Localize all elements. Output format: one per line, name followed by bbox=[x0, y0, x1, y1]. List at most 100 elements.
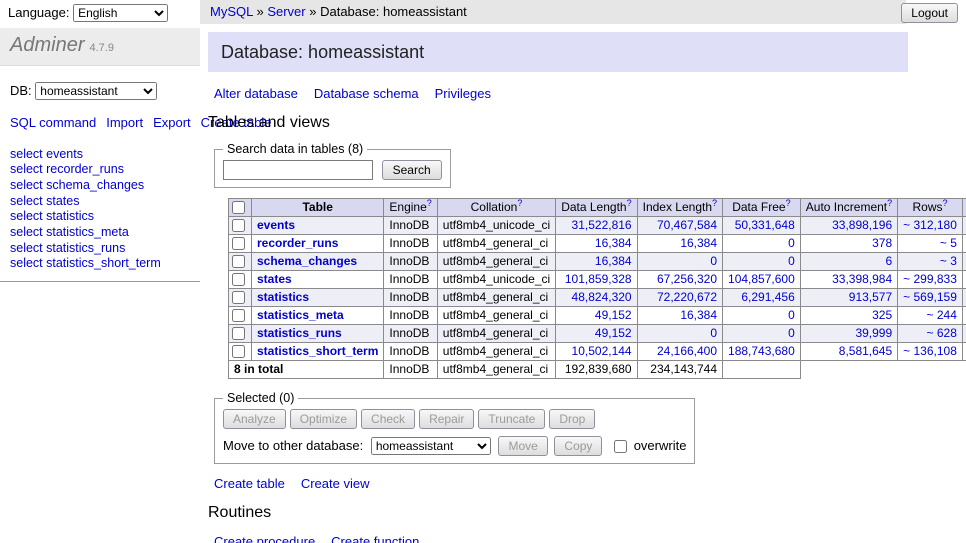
data-length-link[interactable]: 31,522,816 bbox=[572, 218, 632, 232]
table-name-link[interactable]: statistics_short_term bbox=[257, 344, 378, 358]
breadcrumb-link[interactable]: Server bbox=[267, 4, 305, 19]
data-length-link[interactable]: 16,384 bbox=[595, 236, 632, 250]
data-length-link[interactable]: 101,859,328 bbox=[565, 272, 632, 286]
sidebar-link-sql-command[interactable]: SQL command bbox=[10, 115, 96, 130]
create-link-create-view[interactable]: Create view bbox=[301, 476, 370, 491]
table-name-link[interactable]: recorder_runs bbox=[257, 236, 338, 250]
sidebar-table-link-statistics-short-term[interactable]: select statistics_short_term bbox=[10, 256, 190, 272]
help-link[interactable]: ? bbox=[786, 198, 791, 208]
copy-button[interactable]: Copy bbox=[554, 436, 602, 456]
sidebar-table-link-statistics-meta[interactable]: select statistics_meta bbox=[10, 225, 190, 241]
row-checkbox[interactable] bbox=[232, 327, 245, 340]
optimize-button[interactable]: Optimize bbox=[290, 409, 357, 429]
sidebar-table-link-schema-changes[interactable]: select schema_changes bbox=[10, 178, 190, 194]
help-link[interactable]: ? bbox=[712, 198, 717, 208]
breadcrumb-link[interactable]: MySQL bbox=[210, 4, 253, 19]
move-button[interactable]: Move bbox=[498, 436, 547, 456]
analyze-button[interactable]: Analyze bbox=[223, 409, 286, 429]
routine-link-create-function[interactable]: Create function bbox=[331, 534, 419, 543]
data-length-link[interactable]: 49,152 bbox=[595, 326, 632, 340]
table-name-link[interactable]: schema_changes bbox=[257, 254, 357, 268]
overwrite-checkbox[interactable] bbox=[614, 440, 627, 453]
db-select[interactable]: homeassistant bbox=[35, 82, 157, 100]
logout-button[interactable]: Logout bbox=[901, 3, 958, 23]
row-checkbox[interactable] bbox=[232, 219, 245, 232]
sidebar-table-link-events[interactable]: select events bbox=[10, 147, 190, 163]
index-length-link[interactable]: 0 bbox=[710, 254, 717, 268]
index-length-link[interactable]: 70,467,584 bbox=[657, 218, 717, 232]
help-link[interactable]: ? bbox=[517, 198, 522, 208]
table-name-link[interactable]: statistics_meta bbox=[257, 308, 344, 322]
data-free-link[interactable]: 0 bbox=[788, 308, 795, 322]
row-checkbox[interactable] bbox=[232, 291, 245, 304]
language-select[interactable]: English bbox=[73, 4, 168, 22]
help-link[interactable]: ? bbox=[943, 198, 948, 208]
sidebar-table-link-statistics[interactable]: select statistics bbox=[10, 209, 190, 225]
check-button[interactable]: Check bbox=[361, 409, 415, 429]
help-link[interactable]: ? bbox=[887, 198, 892, 208]
sidebar-link-export[interactable]: Export bbox=[153, 115, 191, 130]
truncate-button[interactable]: Truncate bbox=[478, 409, 545, 429]
index-length-link[interactable]: 67,256,320 bbox=[657, 272, 717, 286]
table-name-link[interactable]: statistics_runs bbox=[257, 326, 342, 340]
select-all-checkbox[interactable] bbox=[232, 201, 245, 214]
row-checkbox[interactable] bbox=[232, 237, 245, 250]
sidebar-table-link-states[interactable]: select states bbox=[10, 194, 190, 210]
rows-link[interactable]: ~ 136,108 bbox=[903, 344, 957, 358]
rows-link[interactable]: ~ 569,159 bbox=[903, 290, 957, 304]
table-name-link[interactable]: events bbox=[257, 218, 295, 232]
data-free-link[interactable]: 0 bbox=[788, 236, 795, 250]
index-length-link[interactable]: 0 bbox=[710, 326, 717, 340]
sidebar-link-import[interactable]: Import bbox=[106, 115, 143, 130]
sidebar-table-link-recorder-runs[interactable]: select recorder_runs bbox=[10, 162, 190, 178]
data-free-link[interactable]: 0 bbox=[788, 254, 795, 268]
auto-increment-link[interactable]: 8,581,645 bbox=[839, 344, 892, 358]
auto-increment-link[interactable]: 913,577 bbox=[849, 290, 892, 304]
table-name-link[interactable]: statistics bbox=[257, 290, 309, 304]
table-name-link[interactable]: states bbox=[257, 272, 292, 286]
row-checkbox[interactable] bbox=[232, 309, 245, 322]
auto-increment-link[interactable]: 39,999 bbox=[855, 326, 892, 340]
index-length-link[interactable]: 24,166,400 bbox=[657, 344, 717, 358]
auto-increment-link[interactable]: 33,398,984 bbox=[832, 272, 892, 286]
move-db-select[interactable]: homeassistant bbox=[371, 437, 491, 455]
data-length-link[interactable]: 10,502,144 bbox=[572, 344, 632, 358]
rows-link[interactable]: ~ 299,833 bbox=[903, 272, 957, 286]
drop-button[interactable]: Drop bbox=[549, 409, 595, 429]
rows-link[interactable]: ~ 3 bbox=[940, 254, 957, 268]
help-link[interactable]: ? bbox=[427, 198, 432, 208]
help-link[interactable]: ? bbox=[627, 198, 632, 208]
data-free-link[interactable]: 104,857,600 bbox=[728, 272, 795, 286]
search-button[interactable]: Search bbox=[382, 160, 442, 180]
data-free-link[interactable]: 6,291,456 bbox=[741, 290, 794, 304]
rows-link[interactable]: ~ 5 bbox=[940, 236, 957, 250]
row-checkbox[interactable] bbox=[232, 345, 245, 358]
row-checkbox[interactable] bbox=[232, 273, 245, 286]
repair-button[interactable]: Repair bbox=[419, 409, 474, 429]
data-free-link[interactable]: 0 bbox=[788, 326, 795, 340]
db-action-alter-database[interactable]: Alter database bbox=[214, 86, 298, 101]
data-free-link[interactable]: 50,331,648 bbox=[735, 218, 795, 232]
create-link-create-table[interactable]: Create table bbox=[214, 476, 285, 491]
sidebar-table-link-statistics-runs[interactable]: select statistics_runs bbox=[10, 241, 190, 257]
data-length-link[interactable]: 16,384 bbox=[595, 254, 632, 268]
db-action-database-schema[interactable]: Database schema bbox=[314, 86, 419, 101]
db-selector-row: DB: homeassistant bbox=[10, 82, 190, 100]
routine-link-create-procedure[interactable]: Create procedure bbox=[214, 534, 315, 543]
data-length-link[interactable]: 48,824,320 bbox=[572, 290, 632, 304]
index-length-link[interactable]: 72,220,672 bbox=[657, 290, 717, 304]
auto-increment-link[interactable]: 33,898,196 bbox=[832, 218, 892, 232]
rows-link[interactable]: ~ 312,180 bbox=[903, 218, 957, 232]
data-free-link[interactable]: 188,743,680 bbox=[728, 344, 795, 358]
auto-increment-link[interactable]: 325 bbox=[872, 308, 892, 322]
db-action-privileges[interactable]: Privileges bbox=[435, 86, 491, 101]
rows-link[interactable]: ~ 628 bbox=[927, 326, 957, 340]
search-input[interactable] bbox=[223, 160, 373, 180]
index-length-link[interactable]: 16,384 bbox=[680, 308, 717, 322]
rows-link[interactable]: ~ 244 bbox=[927, 308, 957, 322]
index-length-link[interactable]: 16,384 bbox=[680, 236, 717, 250]
row-checkbox[interactable] bbox=[232, 255, 245, 268]
data-length-link[interactable]: 49,152 bbox=[595, 308, 632, 322]
auto-increment-link[interactable]: 378 bbox=[872, 236, 892, 250]
auto-increment-link[interactable]: 6 bbox=[885, 254, 892, 268]
